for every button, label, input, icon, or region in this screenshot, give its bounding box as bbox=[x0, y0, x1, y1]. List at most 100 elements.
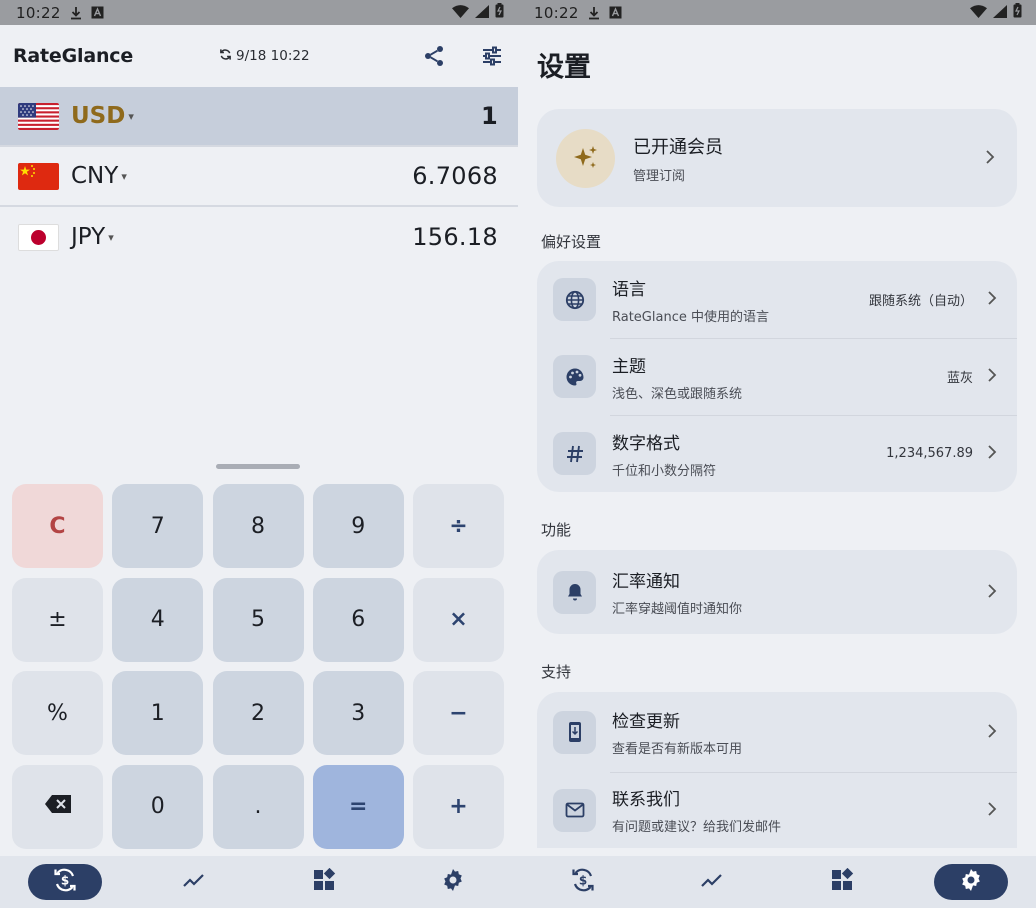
chevron-right-icon bbox=[987, 723, 997, 742]
nav-converter[interactable]: $ bbox=[0, 864, 130, 900]
battery-icon bbox=[495, 3, 504, 22]
chevron-down-icon[interactable]: ▾ bbox=[128, 110, 134, 123]
currency-code: USD bbox=[71, 103, 126, 129]
number-format-setting[interactable]: 数字格式 千位和小数分隔符 1,234,567.89 bbox=[537, 415, 1017, 492]
item-subtitle: 汇率穿越阈值时通知你 bbox=[612, 602, 743, 617]
rate-alert-setting[interactable]: 汇率通知 汇率穿越阈值时通知你 bbox=[537, 550, 1017, 634]
key-1[interactable]: 1 bbox=[112, 671, 204, 755]
gear-icon bbox=[959, 868, 983, 896]
tune-icon[interactable] bbox=[480, 44, 504, 68]
key-backspace[interactable] bbox=[12, 764, 103, 849]
nav-widgets[interactable] bbox=[259, 867, 389, 896]
widgets-icon bbox=[830, 867, 854, 896]
bottom-nav: $ bbox=[0, 856, 518, 908]
key-equals[interactable]: = bbox=[312, 764, 404, 849]
theme-setting[interactable]: 主题 浅色、深色或跟随系统 蓝灰 bbox=[537, 338, 1017, 415]
member-subtitle: 管理订阅 bbox=[633, 168, 686, 184]
signal-icon bbox=[475, 4, 489, 22]
nav-widgets[interactable] bbox=[777, 867, 907, 896]
backspace-icon bbox=[44, 794, 71, 819]
key-8[interactable]: 8 bbox=[212, 484, 304, 568]
globe-icon bbox=[553, 278, 596, 321]
trending-icon bbox=[182, 868, 206, 896]
key-5[interactable]: 5 bbox=[212, 577, 304, 662]
nav-charts[interactable] bbox=[648, 868, 778, 896]
item-subtitle: 有问题或建议？给我们发邮件 bbox=[612, 820, 782, 835]
keypad-drag-handle[interactable] bbox=[216, 464, 300, 469]
gear-icon bbox=[441, 868, 465, 896]
sparkle-icon bbox=[556, 128, 615, 188]
nav-converter[interactable]: $ bbox=[518, 867, 648, 897]
currency-value[interactable]: 1 bbox=[481, 102, 498, 130]
wifi-icon bbox=[970, 4, 987, 22]
bell-icon bbox=[553, 570, 596, 614]
key-3[interactable]: 3 bbox=[312, 671, 404, 755]
nav-settings[interactable] bbox=[389, 868, 519, 896]
share-icon[interactable] bbox=[422, 44, 446, 68]
nav-charts[interactable] bbox=[130, 868, 260, 896]
currency-value[interactable]: 6.7068 bbox=[412, 162, 498, 190]
currency-code: CNY bbox=[71, 163, 119, 189]
section-preferences: 偏好设置 bbox=[541, 232, 602, 251]
item-title: 主题 bbox=[612, 356, 646, 377]
status-time: 10:22 bbox=[534, 3, 579, 22]
section-support: 支持 bbox=[541, 662, 572, 681]
chevron-right-icon bbox=[985, 148, 995, 169]
chevron-right-icon bbox=[987, 801, 997, 820]
settings-screen: 10:22 设置 已开通会员 管理订阅 偏好设置 语言 RateGlance 中… bbox=[518, 0, 1036, 908]
key-multiply[interactable]: × bbox=[413, 577, 504, 662]
member-title: 已开通会员 bbox=[633, 136, 723, 158]
key-divide[interactable]: ÷ bbox=[413, 484, 504, 568]
status-bar: 10:22 bbox=[518, 0, 1036, 25]
chevron-down-icon[interactable]: ▾ bbox=[108, 231, 114, 244]
key-minus[interactable]: − bbox=[413, 671, 504, 755]
key-9[interactable]: 9 bbox=[312, 484, 404, 568]
chevron-right-icon bbox=[987, 583, 997, 602]
currency-row-cny[interactable]: CNY ▾ 6.7068 bbox=[0, 147, 518, 207]
language-setting[interactable]: 语言 RateGlance 中使用的语言 跟随系统（自动） bbox=[537, 261, 1017, 338]
chevron-right-icon bbox=[987, 290, 997, 309]
download-icon bbox=[587, 6, 601, 20]
item-value: 蓝灰 bbox=[946, 371, 973, 386]
item-title: 检查更新 bbox=[612, 712, 680, 732]
currency-exchange-icon: $ bbox=[570, 867, 596, 897]
support-card: 检查更新 查看是否有新版本可用 联系我们 有问题或建议？给我们发邮件 bbox=[537, 692, 1017, 848]
currency-code: JPY bbox=[71, 224, 106, 250]
key-7[interactable]: 7 bbox=[112, 484, 204, 568]
status-time: 10:22 bbox=[16, 3, 61, 22]
status-bar: 10:22 bbox=[0, 0, 518, 25]
membership-card[interactable]: 已开通会员 管理订阅 bbox=[537, 109, 1017, 207]
key-0[interactable]: 0 bbox=[112, 764, 204, 849]
currency-row-jpy[interactable]: JPY ▾ 156.18 bbox=[0, 207, 518, 267]
key-2[interactable]: 2 bbox=[212, 671, 304, 755]
last-updated[interactable]: 9/18 10:22 bbox=[219, 48, 310, 65]
chevron-right-icon bbox=[987, 444, 997, 463]
currency-value[interactable]: 156.18 bbox=[412, 223, 498, 251]
key-4[interactable]: 4 bbox=[112, 577, 204, 662]
wifi-icon bbox=[452, 4, 469, 22]
chevron-down-icon[interactable]: ▾ bbox=[121, 170, 127, 183]
check-update-setting[interactable]: 检查更新 查看是否有新版本可用 bbox=[537, 692, 1017, 772]
key-percent[interactable]: % bbox=[12, 671, 103, 755]
item-subtitle: 千位和小数分隔符 bbox=[612, 463, 717, 479]
item-subtitle: 浅色、深色或跟随系统 bbox=[612, 386, 743, 402]
key-plus-minus[interactable]: ± bbox=[12, 577, 103, 662]
item-value: 1,234,567.89 bbox=[886, 446, 973, 461]
currency-row-usd[interactable]: USD ▾ 1 bbox=[0, 87, 518, 147]
bottom-nav: $ bbox=[518, 856, 1036, 908]
key-6[interactable]: 6 bbox=[312, 577, 404, 662]
battery-icon bbox=[1013, 3, 1022, 22]
item-subtitle: RateGlance 中使用的语言 bbox=[612, 309, 769, 325]
features-card: 汇率通知 汇率穿越阈值时通知你 bbox=[537, 550, 1017, 634]
jp-flag-icon bbox=[18, 223, 59, 251]
key-clear[interactable]: C bbox=[12, 484, 103, 568]
key-decimal[interactable]: . bbox=[212, 764, 304, 849]
nav-settings[interactable] bbox=[907, 864, 1036, 900]
svg-text:$: $ bbox=[579, 874, 587, 888]
contact-us-setting[interactable]: 联系我们 有问题或建议？给我们发邮件 bbox=[537, 772, 1017, 848]
nav-pill: $ bbox=[27, 864, 102, 900]
item-title: 数字格式 bbox=[612, 433, 680, 454]
svg-text:$: $ bbox=[61, 874, 69, 888]
chevron-right-icon bbox=[987, 367, 997, 386]
key-plus[interactable]: + bbox=[413, 764, 504, 849]
